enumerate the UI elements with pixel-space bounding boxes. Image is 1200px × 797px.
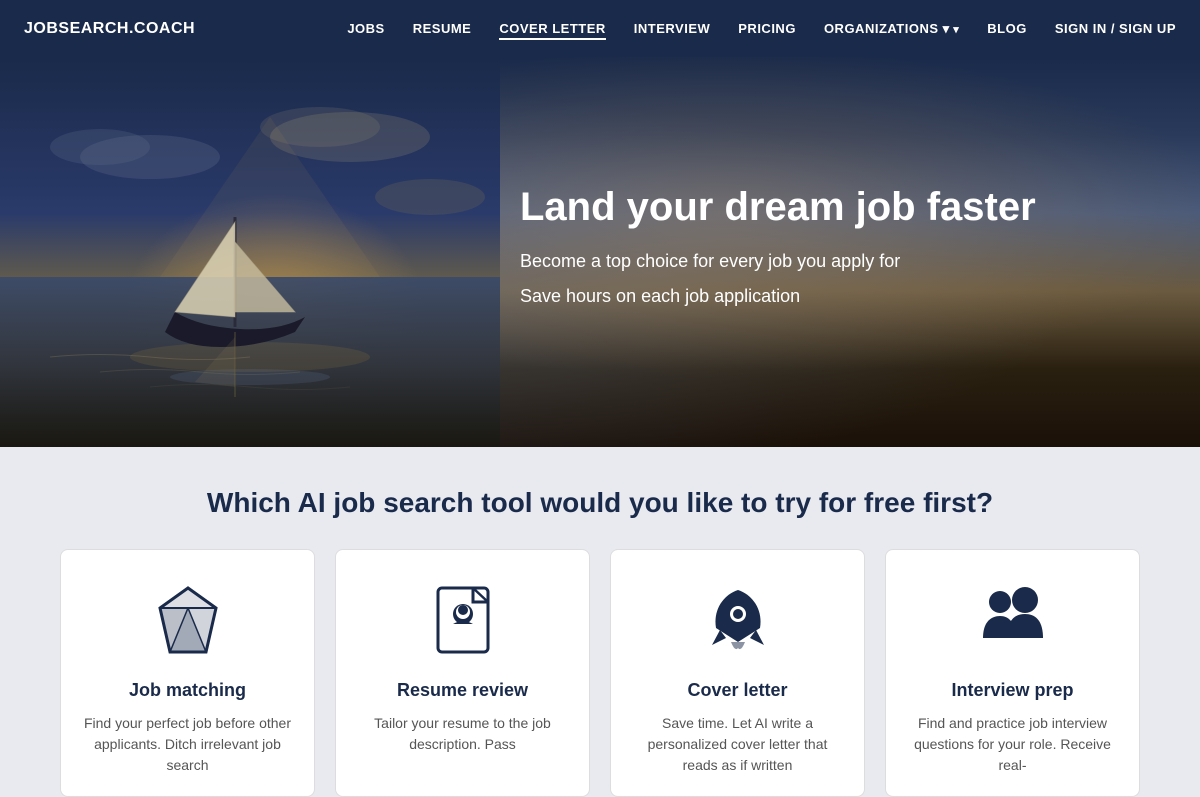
- resume-icon: [423, 580, 503, 660]
- tool-card-job-matching[interactable]: Job matching Find your perfect job befor…: [60, 549, 315, 797]
- tool-desc-interview-prep: Find and practice job interview question…: [906, 713, 1119, 776]
- hero-sailboat-illustration: [0, 57, 500, 447]
- hero-content: Land your dream job faster Become a top …: [520, 183, 1036, 321]
- tool-title-interview-prep: Interview prep: [906, 680, 1119, 701]
- hero-subline1: Become a top choice for every job you ap…: [520, 251, 1036, 272]
- nav-links: JOBS RESUME COVER LETTER INTERVIEW PRICI…: [347, 20, 1176, 38]
- nav-item-jobs[interactable]: JOBS: [347, 20, 384, 38]
- tools-section: Which AI job search tool would you like …: [0, 447, 1200, 797]
- tool-card-resume-review[interactable]: Resume review Tailor your resume to the …: [335, 549, 590, 797]
- tools-section-title: Which AI job search tool would you like …: [60, 487, 1140, 519]
- nav-item-interview[interactable]: INTERVIEW: [634, 20, 711, 38]
- brand-logo[interactable]: JOBSEARCH.COACH: [24, 20, 195, 38]
- tool-desc-cover-letter: Save time. Let AI write a personalized c…: [631, 713, 844, 776]
- tools-grid: Job matching Find your perfect job befor…: [60, 549, 1140, 797]
- tool-desc-resume-review: Tailor your resume to the job descriptio…: [356, 713, 569, 755]
- tool-card-cover-letter[interactable]: Cover letter Save time. Let AI write a p…: [610, 549, 865, 797]
- hero-headline: Land your dream job faster: [520, 183, 1036, 231]
- hero-section: Land your dream job faster Become a top …: [0, 57, 1200, 447]
- rocket-icon: [698, 580, 778, 660]
- nav-item-resume[interactable]: RESUME: [413, 20, 472, 38]
- tool-title-cover-letter: Cover letter: [631, 680, 844, 701]
- tool-title-resume-review: Resume review: [356, 680, 569, 701]
- nav-item-signin[interactable]: SIGN IN / SIGN UP: [1055, 20, 1176, 38]
- tool-title-job-matching: Job matching: [81, 680, 294, 701]
- people-icon: [973, 580, 1053, 660]
- nav-item-organizations[interactable]: ORGANIZATIONS ▾: [824, 20, 959, 38]
- nav-item-pricing[interactable]: PRICING: [738, 20, 796, 38]
- navbar: JOBSEARCH.COACH JOBS RESUME COVER LETTER…: [0, 0, 1200, 57]
- nav-item-blog[interactable]: BLOG: [987, 20, 1027, 38]
- hero-subline2: Save hours on each job application: [520, 286, 1036, 307]
- tool-desc-job-matching: Find your perfect job before other appli…: [81, 713, 294, 776]
- diamond-icon: [148, 580, 228, 660]
- tool-card-interview-prep[interactable]: Interview prep Find and practice job int…: [885, 549, 1140, 797]
- nav-item-cover-letter[interactable]: COVER LETTER: [499, 20, 605, 38]
